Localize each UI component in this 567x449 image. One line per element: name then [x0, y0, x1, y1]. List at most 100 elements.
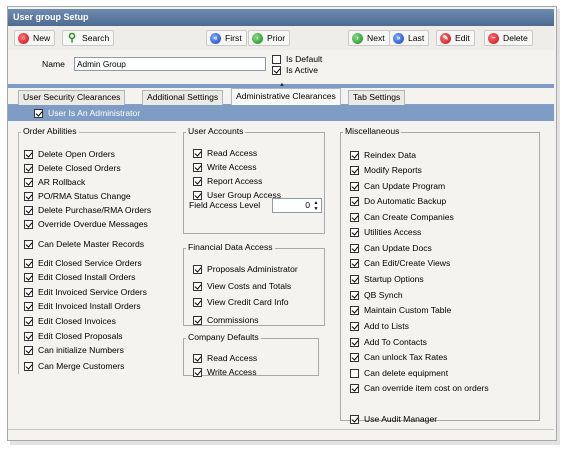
order-ability-edit-closed-proposals-box[interactable]	[24, 331, 33, 341]
is-active-checkbox[interactable]: Is Active	[272, 64, 318, 76]
misc-can-override-item-cost-on-orders-checkbox[interactable]: Can override item cost on orders	[350, 382, 489, 394]
user-accounts-read-access-checkbox[interactable]: Read Access	[193, 147, 257, 159]
misc-maintain-custom-table-checkbox[interactable]: Maintain Custom Table	[350, 304, 451, 316]
financial-commissions-box[interactable]	[193, 315, 202, 325]
misc-can-edit-create-views-checkbox[interactable]: Can Edit/Create Views	[350, 257, 450, 269]
order-ability-can-delete-master-records-box[interactable]	[24, 239, 33, 249]
edit-button[interactable]: ✎ Edit	[436, 30, 475, 46]
financial-proposals-administrator-box[interactable]	[193, 264, 202, 274]
order-ability-can-merge-customers-box[interactable]	[24, 361, 33, 371]
order-ability-edit-closed-install-orders-box[interactable]	[24, 272, 33, 282]
misc-can-edit-create-views-box[interactable]	[350, 258, 359, 268]
financial-view-credit-card-info-box[interactable]	[193, 297, 202, 307]
company-defaults-read-access-box[interactable]	[193, 353, 202, 363]
is-active-box[interactable]	[272, 65, 281, 75]
misc-reindex-data-checkbox[interactable]: Reindex Data	[350, 149, 416, 161]
misc-use-audit-manager-checkbox[interactable]: Use Audit Manager	[350, 413, 437, 425]
misc-modify-reports-checkbox[interactable]: Modify Reports	[350, 164, 422, 176]
order-ability-edit-invoiced-service-orders-box[interactable]	[24, 287, 33, 297]
order-ability-edit-closed-invoices-box[interactable]	[24, 316, 33, 326]
misc-use-audit-manager-box[interactable]	[350, 414, 359, 424]
company-defaults-write-access-box[interactable]	[193, 367, 202, 377]
user-accounts-write-access-checkbox[interactable]: Write Access	[193, 161, 257, 173]
order-ability-can-delete-master-records-checkbox[interactable]: Can Delete Master Records	[24, 238, 144, 250]
misc-add-to-contacts-checkbox[interactable]: Add To Contacts	[350, 336, 427, 348]
order-ability-edit-closed-install-orders-checkbox[interactable]: Edit Closed Install Orders	[24, 271, 135, 283]
first-button[interactable]: « First	[206, 30, 247, 46]
company-defaults-write-access-checkbox[interactable]: Write Access	[193, 366, 257, 378]
order-ability-override-overdue-messages-box[interactable]	[24, 219, 33, 229]
financial-view-credit-card-info-checkbox[interactable]: View Credit Card Info	[193, 296, 289, 308]
name-input[interactable]: Admin Group	[74, 57, 266, 71]
tab-tab-settings[interactable]: Tab Settings	[348, 90, 406, 105]
misc-can-create-companies-checkbox[interactable]: Can Create Companies	[350, 211, 454, 223]
misc-can-update-docs-checkbox[interactable]: Can Update Docs	[350, 242, 432, 254]
misc-can-update-docs-box[interactable]	[350, 243, 359, 253]
order-ability-can-merge-customers-checkbox[interactable]: Can Merge Customers	[24, 360, 124, 372]
order-ability-edit-closed-invoices-checkbox[interactable]: Edit Closed Invoices	[24, 315, 116, 327]
financial-view-costs-and-totals-box[interactable]	[193, 281, 202, 291]
order-ability-delete-purchase-rma-orders-checkbox[interactable]: Delete Purchase/RMA Orders	[24, 204, 151, 216]
is-default-box[interactable]	[272, 54, 281, 64]
misc-add-to-lists-checkbox[interactable]: Add to Lists	[350, 320, 409, 332]
user-accounts-read-access-box[interactable]	[193, 148, 202, 158]
order-ability-edit-closed-service-orders-box[interactable]	[24, 258, 33, 268]
order-ability-edit-closed-service-orders-checkbox[interactable]: Edit Closed Service Orders	[24, 257, 142, 269]
order-ability-edit-closed-proposals-checkbox[interactable]: Edit Closed Proposals	[24, 330, 123, 342]
tab-administrative-clearances[interactable]: Administrative Clearances	[231, 88, 341, 105]
order-ability-ar-rollback-checkbox[interactable]: AR Rollback	[24, 176, 85, 188]
order-ability-override-overdue-messages-checkbox[interactable]: Override Overdue Messages	[24, 218, 148, 230]
order-ability-edit-invoiced-install-orders-checkbox[interactable]: Edit Invoiced Install Orders	[24, 300, 141, 312]
tab-user-security-clearances[interactable]: User Security Clearances	[18, 90, 126, 105]
financial-commissions-checkbox[interactable]: Commissions	[193, 314, 259, 326]
misc-reindex-data-box[interactable]	[350, 150, 359, 160]
company-defaults-read-access-checkbox[interactable]: Read Access	[193, 352, 257, 364]
order-ability-edit-invoiced-service-orders-checkbox[interactable]: Edit Invoiced Service Orders	[24, 286, 147, 298]
financial-view-costs-and-totals-checkbox[interactable]: View Costs and Totals	[193, 280, 291, 292]
order-ability-po-rma-status-change-checkbox[interactable]: PO/RMA Status Change	[24, 190, 131, 202]
misc-can-unlock-tax-rates-checkbox[interactable]: Can unlock Tax Rates	[350, 351, 447, 363]
order-ability-ar-rollback-box[interactable]	[24, 177, 33, 187]
misc-qb-synch-checkbox[interactable]: QB Synch	[350, 289, 403, 301]
spinner-arrows-icon[interactable]: ▲ ▼	[312, 200, 320, 212]
order-ability-delete-closed-orders-checkbox[interactable]: Delete Closed Orders	[24, 162, 121, 174]
user-accounts-report-access-box[interactable]	[193, 176, 202, 186]
new-button[interactable]: ○ New	[14, 30, 56, 46]
order-ability-delete-purchase-rma-orders-box[interactable]	[24, 205, 33, 215]
user-accounts-write-access-box[interactable]	[193, 162, 202, 172]
misc-can-update-program-checkbox[interactable]: Can Update Program	[350, 180, 445, 192]
order-ability-delete-closed-orders-box[interactable]	[24, 163, 33, 173]
misc-utilities-access-box[interactable]	[350, 227, 359, 237]
misc-utilities-access-checkbox[interactable]: Utilities Access	[350, 226, 421, 238]
next-button[interactable]: › Next	[348, 30, 390, 46]
misc-can-update-program-box[interactable]	[350, 181, 359, 191]
user-accounts-user-group-access-box[interactable]	[193, 190, 202, 200]
order-ability-delete-open-orders-checkbox[interactable]: Delete Open Orders	[24, 148, 115, 160]
field-access-level-spinner[interactable]: 0 ▲ ▼	[272, 198, 322, 213]
misc-can-delete-equipment-box[interactable]	[350, 368, 359, 378]
misc-add-to-lists-box[interactable]	[350, 321, 359, 331]
misc-add-to-contacts-box[interactable]	[350, 337, 359, 347]
misc-can-override-item-cost-on-orders-box[interactable]	[350, 383, 359, 393]
order-ability-po-rma-status-change-box[interactable]	[24, 191, 33, 201]
misc-can-unlock-tax-rates-box[interactable]	[350, 352, 359, 362]
order-ability-edit-invoiced-install-orders-box[interactable]	[24, 301, 33, 311]
tab-additional-settings[interactable]: Additional Settings	[142, 90, 224, 105]
misc-startup-options-checkbox[interactable]: Startup Options	[350, 273, 424, 285]
order-ability-can-initialize-numbers-box[interactable]	[24, 345, 33, 355]
misc-do-automatic-backup-checkbox[interactable]: Do Automatic Backup	[350, 195, 446, 207]
search-button[interactable]: ⚲ Search	[62, 30, 115, 46]
user-accounts-report-access-checkbox[interactable]: Report Access	[193, 175, 262, 187]
misc-modify-reports-box[interactable]	[350, 165, 359, 175]
misc-do-automatic-backup-box[interactable]	[350, 196, 359, 206]
misc-startup-options-box[interactable]	[350, 274, 359, 284]
user-is-administrator-box[interactable]	[34, 108, 43, 118]
last-button[interactable]: » Last	[389, 30, 430, 46]
order-ability-can-initialize-numbers-checkbox[interactable]: Can initialize Numbers	[24, 344, 124, 356]
user-is-administrator-checkbox[interactable]: User Is An Administrator	[34, 107, 140, 119]
misc-maintain-custom-table-box[interactable]	[350, 305, 359, 315]
misc-can-delete-equipment-checkbox[interactable]: Can delete equipment	[350, 367, 448, 379]
order-ability-delete-open-orders-box[interactable]	[24, 149, 33, 159]
misc-qb-synch-box[interactable]	[350, 290, 359, 300]
prior-button[interactable]: ‹ Prior	[248, 30, 291, 46]
